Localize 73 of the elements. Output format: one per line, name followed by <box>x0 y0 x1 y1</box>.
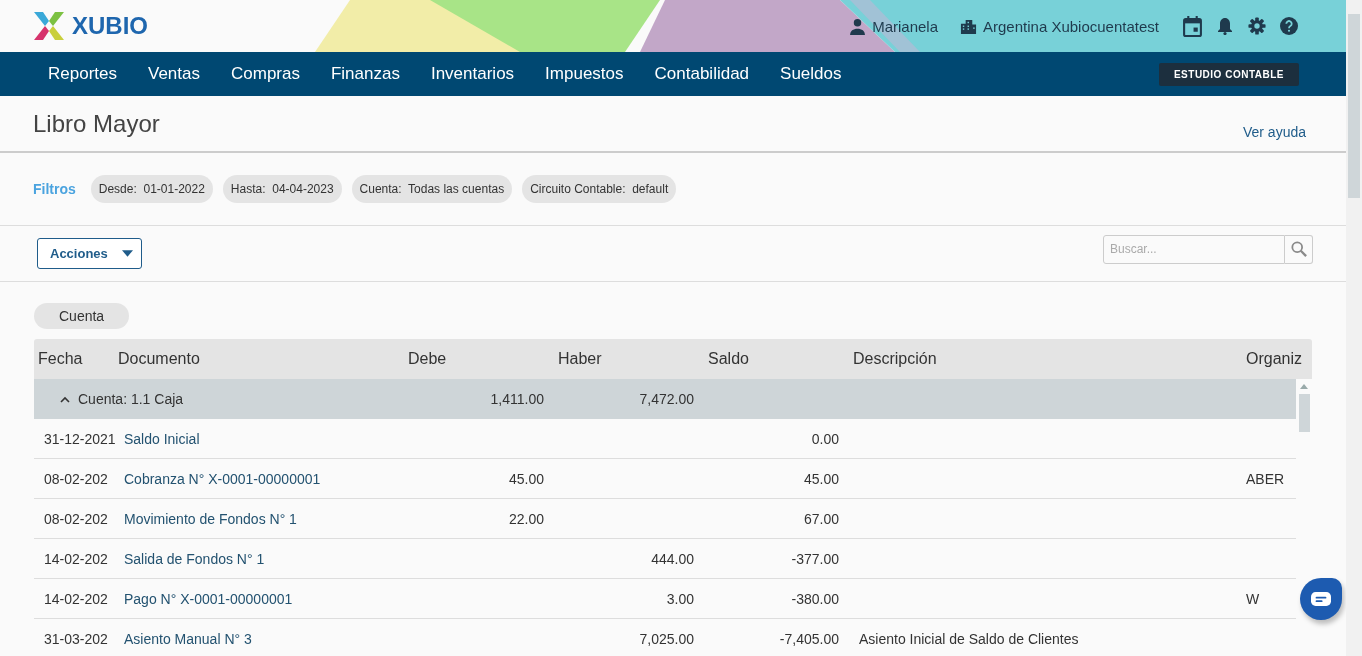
table-cell-text: 14-02-202 <box>43 590 109 607</box>
document-link[interactable]: Movimiento de Fondos N° 1 <box>114 510 297 527</box>
nav-menu-item[interactable]: Ventas <box>148 64 200 84</box>
nav-menu-item[interactable]: Contabilidad <box>654 64 750 84</box>
table-cell-text: 45.00 <box>507 470 545 487</box>
scrollbar[interactable] <box>1346 0 1362 656</box>
group-by-chip[interactable]: Cuenta <box>34 303 130 329</box>
column-header[interactable]: Saldo <box>704 350 849 368</box>
table-cell-text: -380.00 <box>790 590 840 607</box>
caret-icon <box>121 250 133 257</box>
column-header[interactable]: Haber <box>554 350 704 368</box>
nav-menu-item[interactable]: Finanzas <box>330 64 400 84</box>
building-icon <box>960 17 978 35</box>
document-link[interactable]: Saldo Inicial <box>114 430 200 447</box>
filter-chip[interactable]: Cuenta: Todas las cuentas <box>351 175 513 203</box>
search-button[interactable] <box>1285 234 1313 264</box>
filter-chip[interactable]: Hasta: 04-04-2023 <box>222 175 342 203</box>
table-cell-text: 45.00 <box>802 470 840 487</box>
table-cell-text: 1,411.00 <box>489 391 545 407</box>
table-cell-text: 08-02-202 <box>43 470 109 487</box>
studio-badge[interactable]: ESTUDIO CONTABLE <box>1158 62 1299 86</box>
filters-label: Filtros <box>33 181 76 197</box>
search-field[interactable]: Buscar... <box>1103 234 1285 264</box>
column-header[interactable]: Debe <box>404 350 554 368</box>
page-title: Libro Mayor <box>33 110 160 138</box>
caret-up-icon[interactable] <box>60 395 70 403</box>
document-link[interactable]: Pago N° X-0001-00000001 <box>114 590 293 607</box>
search-icon <box>1290 241 1307 257</box>
column-header[interactable]: Documento <box>114 350 404 368</box>
column-header[interactable]: Organiz <box>1246 350 1312 368</box>
table-cell-text: 0.00 <box>810 430 840 447</box>
table-cell-text: Asiento Inicial de Saldo de Clientes <box>858 630 1080 647</box>
table-cell-text: 14-02-202 <box>43 550 109 567</box>
filter-chip[interactable]: Circuito Contable: default <box>522 175 677 203</box>
nav-menu-item[interactable]: Inventarios <box>430 64 515 84</box>
column-header[interactable]: Descripción <box>849 350 1246 368</box>
actions-button[interactable]: Acciones <box>37 238 142 269</box>
table-cell-text: -377.00 <box>790 550 840 567</box>
table-cell-text: ABER <box>1246 470 1286 487</box>
table-cell-text: 22.00 <box>507 510 545 527</box>
scrollbar-thumb[interactable] <box>1298 394 1310 432</box>
help-link[interactable]: Ver ayuda <box>1242 124 1306 140</box>
user-name[interactable]: Marianela <box>872 17 939 35</box>
column-header[interactable]: Fecha <box>34 350 114 368</box>
chat-button[interactable] <box>1300 578 1342 620</box>
settings-icon[interactable] <box>1248 17 1266 35</box>
document-link[interactable]: Asiento Manual N° 3 <box>114 630 252 647</box>
help-icon[interactable] <box>1280 17 1298 35</box>
nav-menu-item[interactable]: Sueldos <box>780 64 842 84</box>
company-name[interactable]: Argentina Xubiocuentatest <box>983 17 1159 35</box>
document-link[interactable]: Salida de Fondos N° 1 <box>114 550 265 567</box>
filter-chip[interactable]: Desde: 01-01-2022 <box>90 175 213 203</box>
group-label: Cuenta: 1.1 Caja <box>78 391 184 407</box>
table-cell-text: 444.00 <box>650 550 695 567</box>
user-icon <box>849 17 867 35</box>
bell-icon[interactable] <box>1216 17 1234 35</box>
table-cell-text: 3.00 <box>665 590 695 607</box>
table-cell-text: 08-02-202 <box>43 510 109 527</box>
document-link[interactable]: Cobranza N° X-0001-00000001 <box>114 470 321 487</box>
calendar-icon[interactable] <box>1183 15 1202 37</box>
chat-icon <box>1311 592 1331 606</box>
nav-menu-item[interactable]: Impuestos <box>545 64 624 84</box>
logo[interactable]: XUBIO <box>32 10 148 42</box>
group-row[interactable]: Cuenta: 1.1 Caja 1,411.00 7,472.00 <box>34 379 1296 419</box>
table-cell-text: 7,472.00 <box>638 391 695 407</box>
table-cell-text: 7,025.00 <box>638 630 695 647</box>
nav-menu-item[interactable]: Reportes <box>48 64 117 84</box>
table-cell-text: -7,405.00 <box>778 630 840 647</box>
table-cell-text: 31-12-2021 <box>43 430 114 447</box>
table-cell-text: W <box>1246 590 1261 607</box>
table-cell-text: 31-03-202 <box>43 630 109 647</box>
table-cell-text: 67.00 <box>802 510 840 527</box>
nav-menu-item[interactable]: Compras <box>231 64 300 84</box>
